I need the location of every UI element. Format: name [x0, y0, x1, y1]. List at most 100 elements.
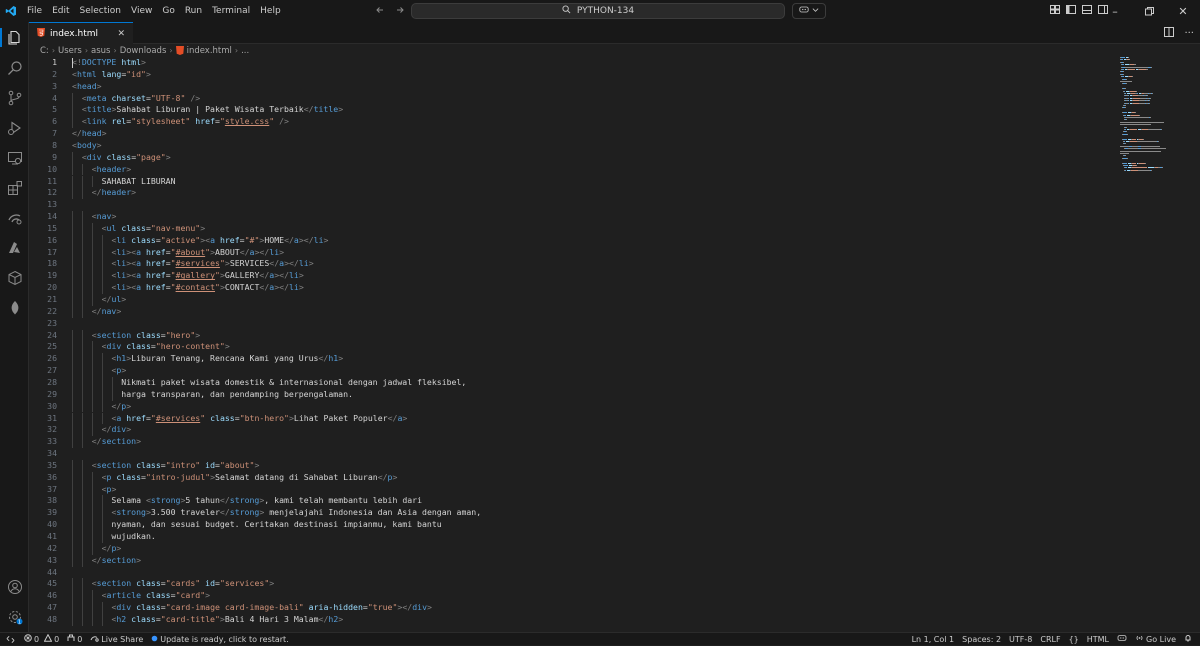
code-line[interactable]: <meta charset="UTF-8" />: [72, 93, 200, 105]
live-share-status[interactable]: Live Share: [86, 634, 147, 644]
indent-guide: [91, 222, 93, 235]
notifications-bell[interactable]: [1180, 634, 1196, 644]
code-line[interactable]: nyaman, dan sesuai budget. Ceritakan des…: [72, 519, 441, 531]
code-line[interactable]: <h2 class="card-title">Bali 4 Hari 3 Mal…: [72, 614, 343, 626]
line-number: 38: [47, 495, 57, 506]
code-line[interactable]: </head>: [72, 128, 107, 140]
menu-item-selection[interactable]: Selection: [75, 0, 126, 22]
code-line[interactable]: </div>: [72, 424, 132, 436]
code-line[interactable]: </nav>: [72, 306, 122, 318]
breadcrumb-item[interactable]: C:: [40, 46, 49, 56]
code-line[interactable]: <title>Sahabat Liburan | Paket Wisata Te…: [72, 104, 343, 116]
menu-item-run[interactable]: Run: [180, 0, 207, 22]
code-line[interactable]: <li><a href="#gallery">GALLERY</a></li>: [72, 270, 303, 282]
encoding[interactable]: UTF-8: [1005, 635, 1036, 644]
code-line[interactable]: Nikmati paket wisata domestik & internas…: [72, 377, 466, 389]
remote-explorer-icon[interactable]: [5, 148, 24, 167]
code-line[interactable]: <h1>Liburan Tenang, Rencana Kami yang Ur…: [72, 353, 343, 365]
split-editor-icon[interactable]: [1164, 26, 1175, 40]
minimap[interactable]: [1120, 57, 1190, 177]
account-icon[interactable]: [5, 577, 24, 596]
breadcrumb-item[interactable]: asus: [91, 46, 110, 56]
code-line[interactable]: <section class="hero">: [72, 330, 201, 342]
line-number: 12: [47, 187, 57, 198]
menu-item-view[interactable]: View: [126, 0, 157, 22]
settings-gear-icon[interactable]: 1: [5, 607, 24, 626]
menu-item-file[interactable]: File: [22, 0, 47, 22]
code-line[interactable]: <head>: [72, 81, 102, 93]
menu-item-go[interactable]: Go: [157, 0, 179, 22]
more-actions-icon[interactable]: ···: [1184, 28, 1194, 39]
remote-indicator-icon[interactable]: [0, 633, 20, 646]
code-line[interactable]: Selama <strong>5 tahun</strong>, kami te…: [72, 495, 422, 507]
code-area[interactable]: <!DOCTYPE html> <html lang="id"> <head> <m…: [72, 57, 1102, 632]
customize-layout-icon[interactable]: [1050, 5, 1060, 17]
code-line[interactable]: <p class="intro-judul">Selamat datang di…: [72, 472, 398, 484]
menu-item-edit[interactable]: Edit: [47, 0, 74, 22]
update-notification[interactable]: Update is ready, click to restart.: [147, 635, 293, 644]
menu-item-help[interactable]: Help: [255, 0, 286, 22]
code-line[interactable]: <p>: [72, 484, 117, 496]
code-line[interactable]: <section class="intro" id="about">: [72, 460, 260, 472]
braces-indicator[interactable]: {}: [1065, 635, 1083, 644]
source-control-icon[interactable]: [5, 88, 24, 107]
live-share-icon[interactable]: [5, 208, 24, 227]
language-mode[interactable]: HTML: [1083, 635, 1113, 644]
extensions-icon[interactable]: [5, 178, 24, 197]
code-line[interactable]: <section class="cards" id="services">: [72, 578, 274, 590]
toggle-primary-sidebar-icon[interactable]: [1066, 5, 1076, 17]
code-line[interactable]: <div class="hero-content">: [72, 341, 230, 353]
container-icon[interactable]: [5, 268, 24, 287]
problems-indicator[interactable]: 0 0: [20, 633, 63, 644]
arrow-left-icon[interactable]: [375, 5, 385, 18]
run-debug-icon[interactable]: [5, 118, 24, 137]
code-line[interactable]: </p>: [72, 543, 122, 555]
azure-icon[interactable]: [5, 238, 24, 257]
search-activity-icon[interactable]: [5, 58, 24, 77]
code-line[interactable]: <header>: [72, 164, 131, 176]
end-of-line[interactable]: CRLF: [1036, 635, 1064, 644]
menu-item-terminal[interactable]: Terminal: [207, 0, 255, 22]
code-line[interactable]: <html lang="id">: [72, 69, 151, 81]
close-window-icon[interactable]: ✕: [1166, 5, 1200, 18]
code-line[interactable]: <!DOCTYPE html>: [72, 57, 146, 69]
arrow-right-icon[interactable]: [395, 5, 405, 18]
code-line[interactable]: harga transparan, dan pendamping berpeng…: [72, 389, 353, 401]
command-center-search[interactable]: PYTHON-134: [411, 3, 785, 19]
code-editor[interactable]: 1 2 3 4 5 6 7 8 9 10 11 12 13 14 15 16 17 18 19 20 21 22 23 24 2…: [29, 57, 1200, 632]
code-line[interactable]: <p>: [72, 365, 126, 377]
ports-indicator[interactable]: 0: [63, 634, 86, 644]
code-line[interactable]: <body>: [72, 140, 102, 152]
code-line[interactable]: </ul>: [72, 294, 127, 306]
breadcrumb-item[interactable]: Downloads: [120, 46, 167, 56]
breadcrumb-item[interactable]: ...: [241, 46, 249, 56]
code-line[interactable]: <link rel="stylesheet" href="style.css" …: [72, 116, 289, 128]
breadcrumb-item[interactable]: index.html: [187, 46, 232, 56]
code-line[interactable]: SAHABAT LIBURAN: [72, 176, 176, 188]
code-line[interactable]: <nav>: [72, 211, 117, 223]
code-token: >: [141, 57, 146, 67]
breadcrumb-item[interactable]: Users: [58, 46, 82, 56]
line-number: 17: [47, 246, 57, 257]
code-line[interactable]: <div class="page">: [72, 152, 171, 164]
restore-icon[interactable]: [1132, 6, 1166, 16]
tab-index-html[interactable]: index.html ✕: [29, 22, 133, 44]
explorer-icon[interactable]: [5, 28, 24, 47]
indentation[interactable]: Spaces: 2: [958, 635, 1005, 644]
toggle-panel-icon[interactable]: [1082, 5, 1092, 17]
code-line[interactable]: <li><a href="#about">ABOUT</a></li>: [72, 247, 284, 259]
code-line[interactable]: <li><a href="#contact">CONTACT</a></li>: [72, 282, 303, 294]
minimize-icon[interactable]: –: [1098, 5, 1132, 18]
cursor-position[interactable]: Ln 1, Col 1: [908, 635, 959, 644]
copilot-button[interactable]: [792, 3, 826, 19]
close-icon[interactable]: ✕: [117, 29, 125, 39]
go-live-button[interactable]: Go Live: [1131, 634, 1180, 644]
mongodb-leaf-icon[interactable]: [5, 298, 24, 317]
code-line[interactable]: wujudkan.: [72, 531, 155, 543]
code-line[interactable]: <li><a href="#services">SERVICES</a></li…: [72, 258, 313, 270]
code-line[interactable]: <li class="active"><a href="#">HOME</a><…: [72, 235, 328, 247]
code-line[interactable]: <div class="card-image card-image-bali" …: [72, 602, 432, 614]
copilot-status[interactable]: [1113, 634, 1131, 644]
code-line[interactable]: <strong>3.500 traveler</strong> menjelaj…: [72, 507, 481, 519]
code-line[interactable]: <a href="#services" class="btn-hero">Lih…: [72, 413, 407, 425]
